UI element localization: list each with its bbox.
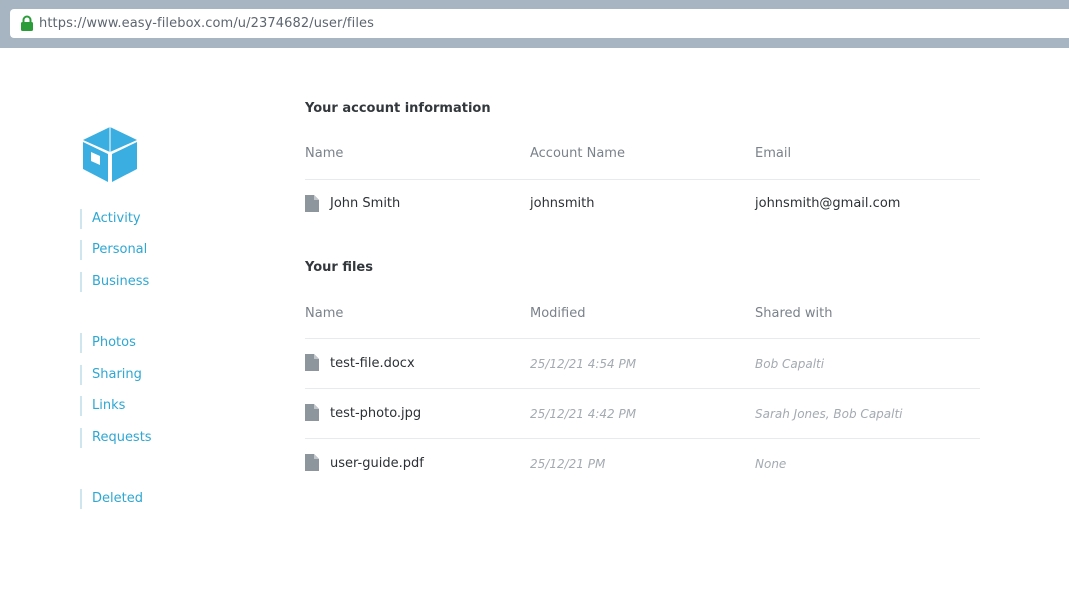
sidebar-item-personal[interactable]: Personal — [80, 240, 147, 260]
browser-bar: https://www.easy-filebox.com/u/2374682/u… — [0, 0, 1069, 48]
files-header-shared-with[interactable]: Shared with — [755, 306, 832, 321]
files-header-name[interactable]: Name — [305, 306, 343, 321]
box-logo-icon — [83, 127, 137, 182]
divider — [305, 179, 980, 180]
url-text[interactable]: https://www.easy-filebox.com/u/2374682/u… — [39, 16, 374, 31]
account-name-value: John Smith — [330, 196, 401, 211]
divider — [305, 388, 980, 389]
document-icon — [305, 354, 319, 371]
sidebar-item-deleted[interactable]: Deleted — [80, 489, 143, 509]
file-name[interactable]: test-file.docx — [330, 356, 415, 371]
sidebar-item-photos[interactable]: Photos — [80, 333, 136, 353]
file-modified: 25/12/21 4:54 PM — [530, 357, 637, 371]
divider — [305, 338, 980, 339]
lock-icon — [21, 15, 33, 31]
file-name[interactable]: test-photo.jpg — [330, 406, 421, 421]
account-header-email: Email — [755, 146, 792, 161]
document-icon — [305, 195, 319, 212]
file-modified: 25/12/21 PM — [530, 457, 606, 471]
sidebar-item-requests[interactable]: Requests — [80, 428, 152, 448]
sidebar-item-sharing[interactable]: Sharing — [80, 365, 142, 385]
sidebar-item-business[interactable]: Business — [80, 272, 149, 292]
divider — [305, 438, 980, 439]
file-shared-with: None — [755, 457, 787, 471]
file-shared-with: Sarah Jones, Bob Capalti — [755, 407, 903, 421]
account-username-value: johnsmith — [530, 196, 595, 211]
document-icon — [305, 454, 319, 471]
sidebar-item-activity[interactable]: Activity — [80, 209, 141, 229]
account-header-name: Name — [305, 146, 344, 161]
sidebar-item-links[interactable]: Links — [80, 396, 125, 416]
files-section-title: Your files — [305, 260, 373, 275]
account-section-title: Your account information — [305, 101, 491, 116]
file-shared-with: Bob Capalti — [755, 357, 825, 371]
file-name[interactable]: user-guide.pdf — [330, 456, 424, 471]
account-header-account-name: Account Name — [530, 146, 625, 161]
file-modified: 25/12/21 4:42 PM — [530, 407, 637, 421]
document-icon — [305, 404, 319, 421]
files-header-modified[interactable]: Modified — [530, 306, 585, 321]
address-bar[interactable]: https://www.easy-filebox.com/u/2374682/u… — [10, 9, 1069, 38]
account-email-value: johnsmith@gmail.com — [755, 196, 901, 211]
